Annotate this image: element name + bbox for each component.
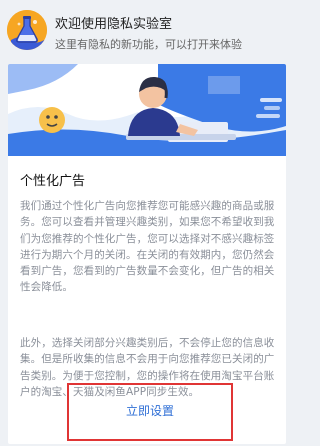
set-now-button[interactable]: 立即设置 xyxy=(69,402,231,419)
header: 欢迎使用隐私实验室 这里有隐私的新功能，可以打开来体验 xyxy=(0,0,294,62)
page-subtitle: 这里有隐私的新功能，可以打开来体验 xyxy=(55,38,242,51)
personalized-ads-card: 个性化广告 我们通过个性化广告向您推荐您可能感兴趣的商品或服务。您可以查看并管理… xyxy=(8,64,286,444)
description-paragraph-1: 我们通过个性化广告向您推荐您可能感兴趣的商品或服务。您可以查看并管理兴趣类别，如… xyxy=(20,200,275,294)
set-now-button-highlight: 立即设置 xyxy=(67,383,233,441)
privacy-lab-flask-icon xyxy=(7,10,47,50)
personalized-ads-illustration xyxy=(8,64,286,156)
section-title: 个性化广告 xyxy=(20,174,86,189)
page-title: 欢迎使用隐私实验室 xyxy=(55,17,173,32)
